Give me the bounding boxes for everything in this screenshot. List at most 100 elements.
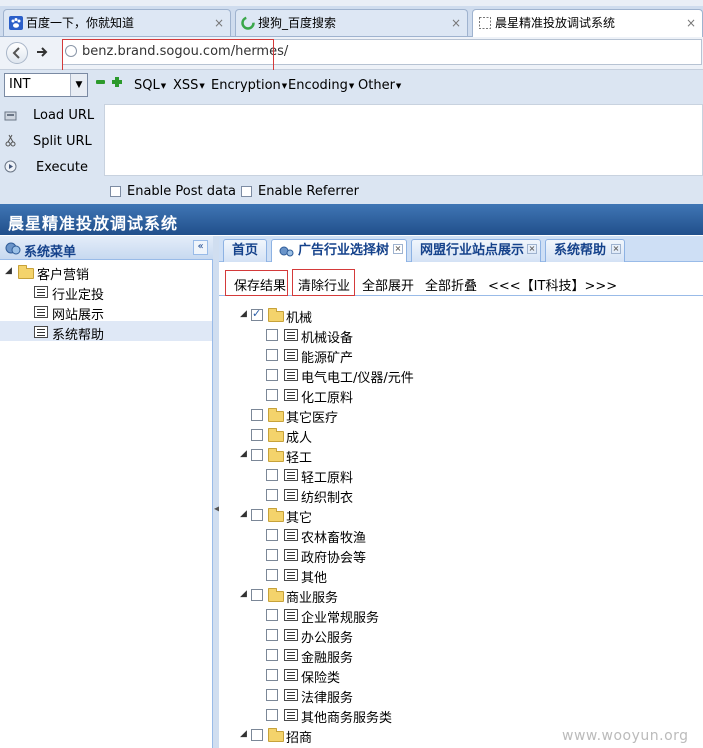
tab-industry-tree[interactable]: 广告行业选择树 × [271, 239, 407, 263]
blank-page-icon [479, 17, 491, 29]
tree-checkbox[interactable] [266, 489, 278, 501]
load-url-button[interactable]: Load URL [33, 108, 94, 123]
leaf-node-icon [284, 689, 298, 701]
menu-other[interactable]: Other▼ [358, 78, 401, 93]
menu-sql[interactable]: SQL▼ [134, 78, 166, 93]
tree-checkbox[interactable] [266, 669, 278, 681]
sidebar-title: 系统菜单 [24, 245, 77, 260]
tree-checkbox[interactable] [251, 429, 263, 441]
app-title: 晨星精准投放调试系统 [8, 214, 179, 233]
expand-all-button[interactable]: 全部展开 [362, 275, 414, 294]
leaf-node-icon [284, 609, 298, 621]
menu-encoding[interactable]: Encoding▼ [288, 78, 354, 93]
sidebar-item-label: 客户营销 [37, 268, 90, 283]
leaf-node-icon [34, 286, 48, 298]
sidebar-selected-row [0, 321, 212, 341]
tree-checkbox[interactable] [251, 509, 263, 521]
chevron-down-icon: ▼ [70, 74, 87, 96]
tree-checkbox[interactable] [266, 369, 278, 381]
tree-checkbox[interactable] [266, 469, 278, 481]
referrer-checkbox[interactable] [241, 186, 252, 197]
tree-checkbox[interactable] [266, 689, 278, 701]
browser-tab-active[interactable]: 晨星精准投放调试系统 × [472, 9, 703, 37]
expanded-triangle-icon[interactable]: ◢ [240, 449, 247, 459]
tab-home[interactable]: 首页 [223, 239, 267, 262]
folder-icon [268, 448, 284, 462]
hackbar-url-textarea[interactable] [104, 104, 703, 176]
tree-checkbox[interactable] [266, 649, 278, 661]
tree-checkbox[interactable] [266, 389, 278, 401]
url-highlight-box [62, 39, 274, 71]
close-icon[interactable]: × [214, 10, 224, 36]
tab-system-help[interactable]: 系统帮助 × [545, 239, 625, 262]
close-icon[interactable]: × [611, 244, 621, 254]
minus-icon[interactable] [96, 80, 105, 84]
expanded-triangle-icon[interactable]: ◢ [240, 589, 247, 599]
leaf-node-icon [284, 529, 298, 541]
caret-down-icon: ▼ [199, 81, 205, 90]
forward-button[interactable] [34, 44, 52, 62]
leaf-node-icon [284, 389, 298, 401]
execute-button[interactable]: Execute [36, 160, 88, 175]
tree-checkbox[interactable] [266, 549, 278, 561]
tree-node-label: 其它 [286, 511, 313, 526]
tab-alliance-sites[interactable]: 网盟行业站点展示 × [411, 239, 541, 262]
close-icon[interactable]: × [527, 244, 537, 254]
baidu-paw-icon [9, 16, 23, 30]
browser-tab-strip: 百度一下，你就知道 × 搜狗_百度搜索 × 晨星精准投放调试系统 × [0, 6, 703, 37]
tree-checkbox[interactable] [266, 629, 278, 641]
tree-checkbox[interactable] [251, 589, 263, 601]
plus-icon[interactable] [112, 77, 122, 87]
tree-checkbox[interactable] [266, 609, 278, 621]
tree-node-label: 其他商务服务类 [301, 711, 393, 726]
tab-label: 系统帮助 [554, 243, 607, 258]
close-icon[interactable]: × [393, 244, 403, 254]
tree-node-label: 机械设备 [301, 331, 354, 346]
watermark: www.wooyun.org [562, 728, 689, 744]
collapse-all-button[interactable]: 全部折叠 [425, 275, 477, 294]
post-data-checkbox[interactable] [110, 186, 121, 197]
browser-tab-sogou[interactable]: 搜狗_百度搜索 × [235, 9, 468, 36]
tree-checkbox[interactable] [266, 709, 278, 721]
sidebar-item-label: 系统帮助 [52, 328, 105, 343]
leaf-node-icon [284, 709, 298, 721]
caret-down-icon: ▼ [395, 81, 402, 90]
tree-node-label: 电气电工/仪器/元件 [301, 371, 414, 386]
leaf-node-icon [34, 306, 48, 318]
browser-tab-baidu[interactable]: 百度一下，你就知道 × [3, 9, 231, 36]
sidebar-collapse-button[interactable]: « [193, 240, 208, 255]
tab-label: 广告行业选择树 [298, 243, 390, 258]
sidebar-item-label: 行业定投 [52, 288, 105, 303]
tree-node-label: 政府协会等 [301, 551, 367, 566]
leaf-node-icon [34, 326, 48, 338]
tree-checkbox[interactable] [266, 349, 278, 361]
tree-checkbox[interactable] [251, 409, 263, 421]
tree-checkbox[interactable] [266, 569, 278, 581]
category-breadcrumb[interactable]: <<<【IT科技】>>> [488, 275, 617, 294]
tree-checkbox[interactable] [251, 449, 263, 461]
menu-xss[interactable]: XSS▼ [173, 78, 205, 93]
tree-node-label: 保险类 [301, 671, 341, 686]
expanded-triangle-icon[interactable]: ◢ [240, 309, 247, 319]
expanded-triangle-icon[interactable]: ◢ [240, 729, 247, 739]
menu-encryption[interactable]: Encryption▼ [211, 78, 287, 93]
split-url-button[interactable]: Split URL [33, 134, 92, 149]
tree-node-label: 企业常规服务 [301, 611, 380, 626]
type-select[interactable]: INT ▼ [4, 73, 88, 97]
tree-node-label: 机械 [286, 311, 313, 326]
save-highlight-box [225, 270, 288, 296]
loading-spinner-icon [241, 16, 255, 30]
tree-checkbox[interactable] [266, 329, 278, 341]
tree-checkbox[interactable] [251, 729, 263, 741]
leaf-node-icon [284, 669, 298, 681]
close-icon[interactable]: × [686, 10, 696, 36]
caret-down-icon: ▼ [281, 81, 288, 90]
tree-checkbox[interactable] [251, 307, 263, 321]
leaf-node-icon [284, 629, 298, 641]
back-button[interactable] [6, 42, 28, 64]
expanded-triangle-icon[interactable]: ◢ [240, 509, 247, 519]
clear-highlight-box [292, 269, 355, 296]
browser-tab-title: 晨星精准投放调试系统 [495, 16, 616, 30]
close-icon[interactable]: × [451, 10, 461, 36]
tree-checkbox[interactable] [266, 529, 278, 541]
